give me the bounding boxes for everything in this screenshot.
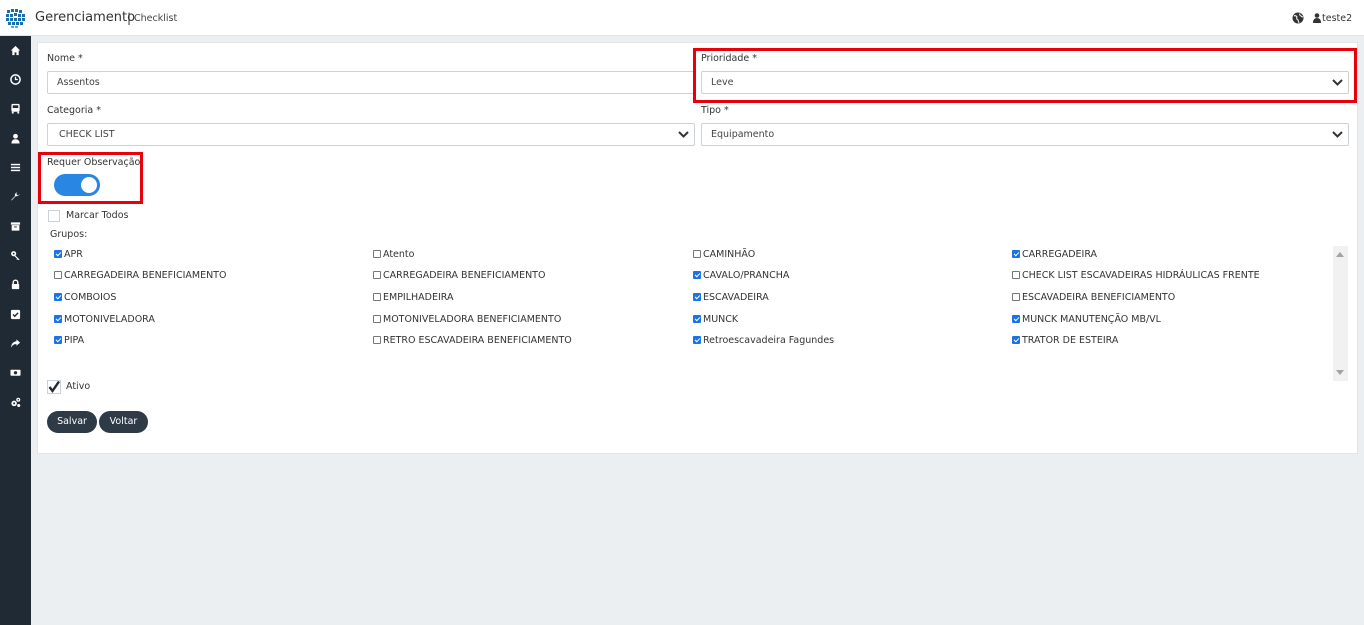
grupo-checkbox[interactable] — [373, 271, 381, 279]
grupo-checkbox[interactable] — [373, 315, 381, 323]
grupo-checkbox[interactable] — [1012, 315, 1020, 323]
grupo-label: ESCAVADEIRA BENEFICIAMENTO — [1022, 292, 1176, 303]
ativo-label: Ativo — [66, 381, 91, 392]
home-icon[interactable] — [8, 43, 22, 57]
grupo-label: MUNCK — [703, 314, 739, 325]
grupo-label: APR — [64, 249, 83, 260]
grupo-label: MOTONIVELADORA BENEFICIAMENTO — [383, 314, 562, 325]
tipo-value: Equipamento — [711, 129, 775, 140]
list-icon[interactable] — [8, 160, 22, 174]
user-icon[interactable] — [1313, 13, 1321, 23]
grupo-label: CARREGADEIRA BENEFICIAMENTO — [64, 270, 227, 281]
person-icon[interactable] — [8, 131, 22, 145]
highlight-box-requer-observacao — [38, 152, 143, 204]
tipo-label: Tipo * — [701, 105, 729, 116]
app-title: Gerenciamento — [35, 10, 136, 25]
grupo-label: Retroescavadeira Fagundes — [703, 335, 835, 346]
clock-icon[interactable] — [8, 72, 22, 86]
grupo-checkbox[interactable] — [373, 250, 381, 258]
categoria-label: Categoria * — [47, 105, 102, 116]
grupo-label: RETRO ESCAVADEIRA BENEFICIAMENTO — [383, 335, 572, 346]
grupo-label: PIPA — [64, 335, 85, 346]
wrench-icon[interactable] — [8, 189, 22, 203]
lock-icon[interactable] — [8, 277, 22, 291]
grupo-label: MOTONIVELADORA — [64, 314, 155, 325]
grupo-label: CARREGADEIRA — [1022, 249, 1098, 260]
nome-input[interactable]: Assentos — [47, 71, 695, 94]
chevron-down-icon — [1332, 131, 1343, 138]
breadcrumb-separator: | — [127, 11, 132, 25]
sidebar — [0, 36, 31, 625]
back-button[interactable]: Voltar — [99, 411, 148, 433]
nome-label: Nome * — [47, 53, 83, 64]
save-button[interactable]: Salvar — [47, 411, 97, 433]
chevron-down-icon — [678, 131, 689, 138]
grupo-checkbox[interactable] — [693, 315, 701, 323]
grupos-label: Grupos: — [50, 229, 88, 240]
grupo-checkbox[interactable] — [54, 250, 62, 258]
grupo-checkbox[interactable] — [54, 293, 62, 301]
top-bar: Gerenciamento | Checklist teste2 — [0, 0, 1364, 36]
grupo-label: MUNCK MANUTENÇÃO MB/VL — [1022, 314, 1161, 325]
cogs-icon[interactable] — [8, 395, 22, 409]
money-icon[interactable] — [8, 365, 22, 379]
grupo-label: COMBOIOS — [64, 292, 117, 303]
grupo-checkbox[interactable] — [373, 293, 381, 301]
grupo-checkbox[interactable] — [693, 336, 701, 344]
ativo-checkbox[interactable] — [47, 380, 61, 394]
grupo-checkbox[interactable] — [1012, 336, 1020, 344]
bus-icon[interactable] — [8, 101, 22, 115]
grupo-label: CHECK LIST ESCAVADEIRAS HIDRÁULICAS FREN… — [1022, 270, 1260, 281]
grupo-checkbox[interactable] — [54, 271, 62, 279]
key-icon[interactable] — [8, 248, 22, 262]
scroll-up-arrow-icon[interactable] — [1336, 252, 1344, 257]
grupo-checkbox[interactable] — [693, 293, 701, 301]
grupo-checkbox[interactable] — [1012, 293, 1020, 301]
grupo-label: CAMINHÃO — [703, 249, 756, 260]
user-name[interactable]: teste2 — [1322, 13, 1352, 24]
grupos-scrollbar[interactable] — [1333, 246, 1348, 381]
check-square-icon[interactable] — [8, 307, 22, 321]
marcar-todos-checkbox[interactable] — [48, 210, 60, 222]
archive-icon[interactable] — [8, 219, 22, 233]
share-icon[interactable] — [8, 336, 22, 350]
scroll-down-arrow-icon[interactable] — [1336, 370, 1344, 375]
marcar-todos-label: Marcar Todos — [66, 210, 129, 221]
app-logo-icon[interactable] — [5, 7, 27, 29]
globe-icon[interactable] — [1292, 12, 1304, 24]
grupo-checkbox[interactable] — [54, 336, 62, 344]
categoria-select[interactable]: CHECK LIST — [47, 123, 695, 146]
grupo-label: ESCAVADEIRA — [703, 292, 769, 303]
grupo-checkbox[interactable] — [1012, 271, 1020, 279]
breadcrumb: Checklist — [134, 13, 178, 24]
grupo-checkbox[interactable] — [693, 271, 701, 279]
form-panel — [37, 42, 1358, 454]
grupo-checkbox[interactable] — [1012, 250, 1020, 258]
tipo-select[interactable]: Equipamento — [701, 123, 1349, 146]
grupo-label: TRATOR DE ESTEIRA — [1022, 335, 1119, 346]
grupo-checkbox[interactable] — [54, 315, 62, 323]
grupo-checkbox[interactable] — [373, 336, 381, 344]
grupo-label: EMPILHADEIRA — [383, 292, 454, 303]
grupo-label: Atento — [383, 249, 415, 260]
grupo-checkbox[interactable] — [693, 250, 701, 258]
grupo-label: CAVALO/PRANCHA — [703, 270, 790, 281]
categoria-value: CHECK LIST — [59, 129, 115, 140]
grupo-label: CARREGADEIRA BENEFICIAMENTO — [383, 270, 546, 281]
highlight-box-prioridade — [693, 48, 1357, 103]
